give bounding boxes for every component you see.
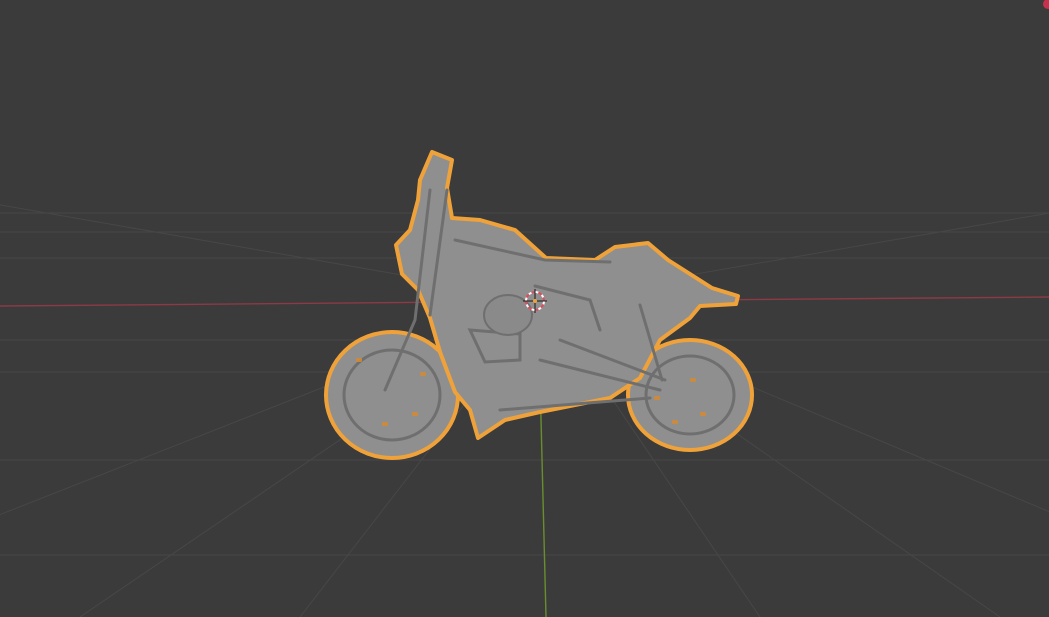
motorcycle-mesh[interactable] [324, 150, 754, 460]
3d-viewport[interactable] [0, 0, 1049, 617]
navigation-gizmo-icon[interactable] [1043, 0, 1049, 9]
viewport-canvas[interactable] [0, 0, 1049, 617]
